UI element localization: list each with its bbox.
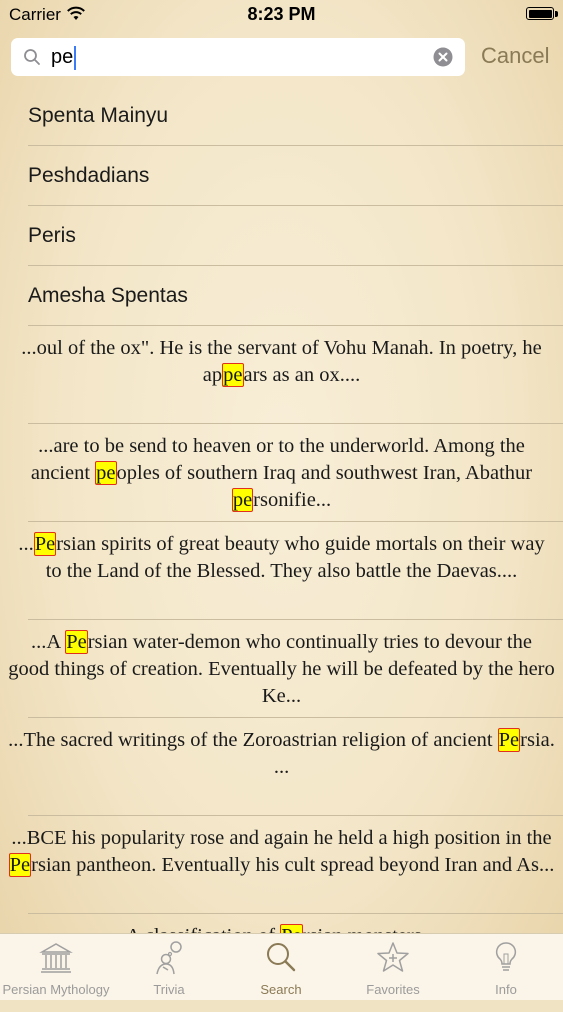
match-highlight: Pe <box>497 728 521 752</box>
result-title-row[interactable]: Spenta Mainyu <box>0 86 563 146</box>
star-icon <box>337 940 449 978</box>
tab-label: Info <box>495 982 517 997</box>
clock: 8:23 PM <box>247 4 316 24</box>
match-highlight: Pe <box>33 532 57 556</box>
snippet-text: ...are to be send to heaven or to the un… <box>8 433 555 514</box>
clear-search-icon[interactable] <box>433 47 453 72</box>
snippet-text-part: rsian spirits of great beauty who guide … <box>45 533 545 582</box>
tab-info[interactable]: Info <box>450 934 562 1000</box>
snippet-row[interactable]: ...oul of the ox". He is the servant of … <box>0 326 563 424</box>
result-title-row[interactable]: Amesha Spentas <box>0 266 563 326</box>
match-highlight: pe <box>222 363 244 387</box>
result-title-row[interactable]: Peris <box>0 206 563 266</box>
snippet-row[interactable]: ...A Persian water-demon who continually… <box>0 620 563 718</box>
tab-label: Search <box>260 982 302 997</box>
snippet-text-part: ...A <box>31 631 66 653</box>
lightbulb-icon <box>450 940 562 978</box>
app-screen: Carrier 8:23 PM pe Cancel Spenta Mainyu … <box>0 0 563 1000</box>
search-input[interactable]: pe <box>51 38 431 76</box>
match-highlight: pe <box>231 488 254 512</box>
snippet-text-part: ...The sacred writings of the Zoroastria… <box>8 729 498 751</box>
snippet-text-part: rsian water-demon who continually tries … <box>8 631 555 707</box>
snippet-text-part: rsian pantheon. Eventually his cult spre… <box>31 854 555 876</box>
tab-search[interactable]: Search <box>225 934 337 1000</box>
snippet-text: ...A Persian water-demon who continually… <box>8 629 555 710</box>
snippet-text-part: oples of southern Iraq and southwest Ira… <box>116 462 533 484</box>
status-bar: Carrier 8:23 PM <box>0 0 563 30</box>
result-title: Amesha Spentas <box>28 284 188 307</box>
battery-nub <box>555 11 558 17</box>
result-title: Peshdadians <box>28 164 150 187</box>
match-highlight: Pe <box>65 630 88 654</box>
search-field[interactable]: pe <box>11 38 465 76</box>
snippet-row[interactable]: ...are to be send to heaven or to the un… <box>0 424 563 522</box>
tab-label: Trivia <box>153 982 185 997</box>
snippet-row[interactable]: ...Persian spirits of great beauty who g… <box>0 522 563 620</box>
snippet-text-part: ...BCE his popularity rose and again he … <box>11 827 552 849</box>
temple-icon <box>0 940 112 978</box>
results-list: Spenta Mainyu Peshdadians Peris Amesha S… <box>0 86 563 1012</box>
snippet-text-part: rsonifie... <box>253 489 332 511</box>
thinking-person-icon <box>113 940 225 978</box>
search-query: pe <box>51 46 74 68</box>
snippet-text: ...oul of the ox". He is the servant of … <box>8 335 555 389</box>
result-title: Peris <box>28 224 76 247</box>
search-icon <box>23 48 41 71</box>
battery-icon <box>526 7 554 20</box>
snippet-text: ...The sacred writings of the Zoroastria… <box>8 727 555 781</box>
snippet-row[interactable]: ...The sacred writings of the Zoroastria… <box>0 718 563 816</box>
tab-trivia[interactable]: Trivia <box>113 934 225 1000</box>
result-title-row[interactable]: Peshdadians <box>0 146 563 206</box>
match-highlight: Pe <box>8 853 32 877</box>
snippet-text: ...BCE his popularity rose and again he … <box>8 825 555 879</box>
text-caret <box>74 45 77 70</box>
tab-favorites[interactable]: Favorites <box>337 934 449 1000</box>
tab-bar: Persian Mythology Trivia Search Favorite… <box>0 933 563 1000</box>
snippet-text-part: ars as an ox.... <box>243 364 361 386</box>
tab-label: Favorites <box>366 982 420 997</box>
match-highlight: pe <box>95 461 117 485</box>
tab-persian-mythology[interactable]: Persian Mythology <box>0 934 112 1000</box>
snippet-text: ...Persian spirits of great beauty who g… <box>8 531 555 585</box>
search-icon <box>225 940 337 978</box>
tab-label: Persian Mythology <box>2 982 110 997</box>
snippet-row[interactable]: ...BCE his popularity rose and again he … <box>0 816 563 914</box>
cancel-button[interactable]: Cancel <box>481 43 549 69</box>
snippet-text-part: ... <box>18 533 34 555</box>
search-bar: pe Cancel <box>0 30 563 86</box>
result-title: Spenta Mainyu <box>28 104 169 127</box>
